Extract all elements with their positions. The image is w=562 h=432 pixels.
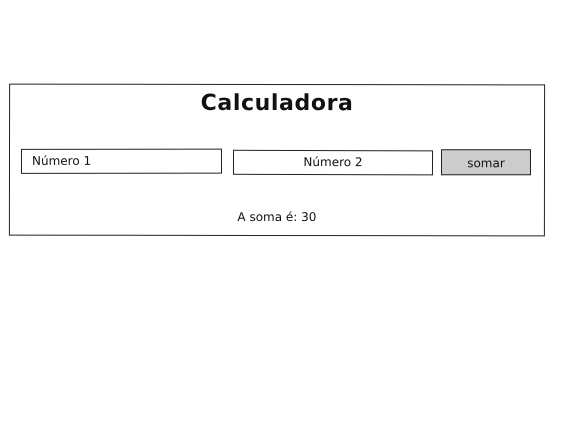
calculator-panel: Calculadora Número 1 Número 2 somar A so…: [8, 83, 546, 237]
page-title: Calculadora: [200, 90, 354, 117]
result-text: A soma é: 30: [237, 209, 317, 225]
numero-2-placeholder: Número 2: [303, 154, 363, 170]
somar-button[interactable]: somar: [440, 149, 532, 176]
numero-1-field[interactable]: Número 1: [20, 148, 223, 174]
numero-2-field[interactable]: Número 2: [232, 149, 434, 176]
numero-1-placeholder: Número 1: [31, 153, 92, 168]
